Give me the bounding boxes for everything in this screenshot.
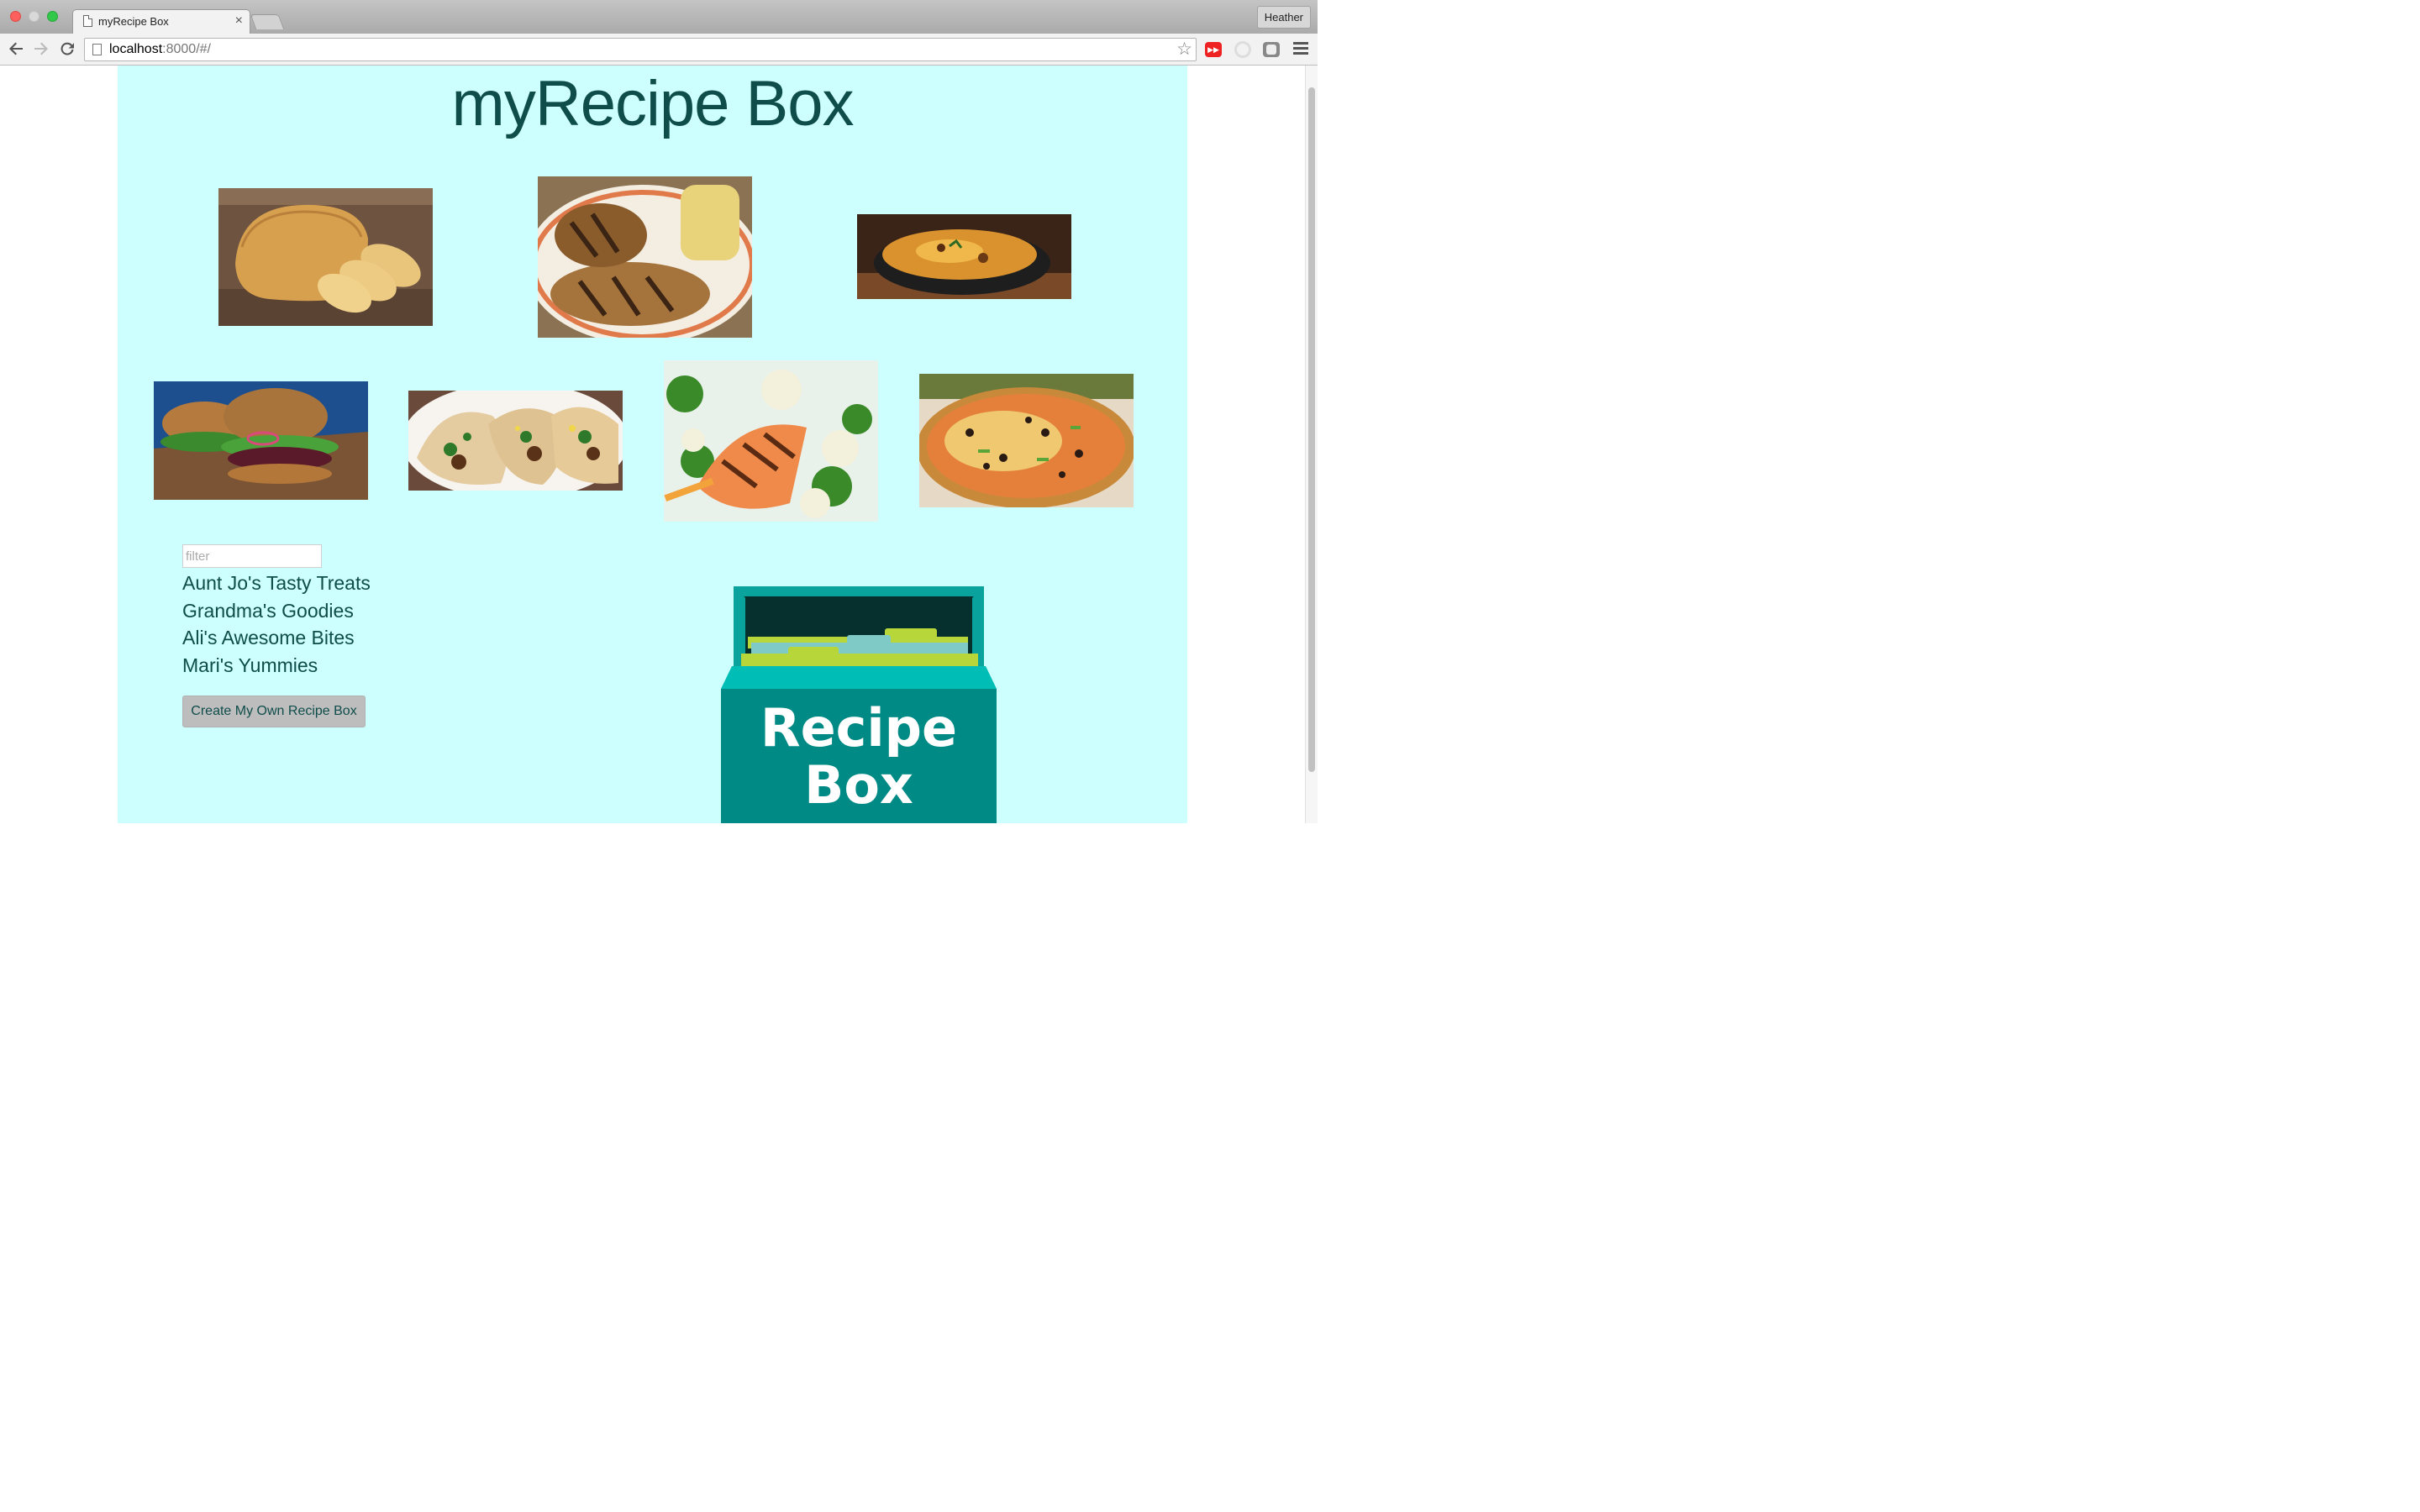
youtube-extension-icon[interactable]: ▶▶: [1205, 42, 1222, 57]
browser-titlebar: myRecipe Box × Heather: [0, 0, 1318, 34]
maximize-window-button[interactable]: [47, 11, 58, 22]
tacos-photo[interactable]: [408, 391, 623, 491]
recipe-box-link[interactable]: Ali's Awesome Bites: [182, 624, 371, 652]
bread-photo[interactable]: [218, 188, 433, 326]
page-scrollbar[interactable]: [1305, 66, 1318, 823]
menu-icon[interactable]: [1293, 42, 1308, 55]
extension-icon[interactable]: [1263, 42, 1280, 57]
pizza-photo[interactable]: [919, 374, 1134, 507]
recipe-box-link[interactable]: Grandma's Goodies: [182, 597, 371, 625]
page-icon: [83, 15, 92, 27]
bookmark-star-icon[interactable]: ☆: [1176, 39, 1192, 60]
reload-icon[interactable]: [57, 39, 77, 60]
minimize-window-button[interactable]: [29, 11, 39, 22]
close-window-button[interactable]: [10, 11, 21, 22]
url-host: localhost: [109, 42, 163, 56]
profile-button[interactable]: Heather: [1256, 6, 1311, 29]
casserole-photo[interactable]: [857, 214, 1071, 299]
recipe-box-link[interactable]: Aunt Jo's Tasty Treats: [182, 570, 371, 597]
create-recipe-box-button[interactable]: Create My Own Recipe Box: [182, 696, 366, 727]
address-bar[interactable]: localhost:8000/#/ ☆: [84, 38, 1197, 61]
browser-toolbar: localhost:8000/#/ ☆ ▶▶: [0, 34, 1318, 66]
back-arrow-icon[interactable]: [6, 39, 26, 60]
url-path: :8000/#/: [162, 42, 211, 56]
grilled-chicken-photo[interactable]: [538, 176, 752, 338]
page-container: myRecipe Box filter Aunt Jo's Tasty Trea…: [118, 66, 1187, 823]
filter-input[interactable]: [182, 544, 322, 568]
url-text[interactable]: localhost:8000/#/: [109, 42, 211, 57]
recipe-box-list: Aunt Jo's Tasty Treats Grandma's Goodies…: [182, 570, 371, 679]
close-tab-icon[interactable]: ×: [235, 13, 243, 29]
logo-text-line1: Recipe: [760, 697, 957, 759]
recipe-box-link[interactable]: Mari's Yummies: [182, 652, 371, 680]
page-viewport: myRecipe Box filter Aunt Jo's Tasty Trea…: [0, 66, 1318, 823]
page-icon: [92, 44, 102, 55]
forward-arrow-icon[interactable]: [31, 39, 51, 60]
salmon-photo[interactable]: [664, 360, 878, 522]
new-tab-button[interactable]: [250, 14, 285, 29]
extension-icon[interactable]: [1234, 41, 1251, 58]
veggie-burger-photo[interactable]: [154, 381, 368, 500]
tab-title: myRecipe Box: [98, 15, 169, 28]
recipe-box-logo: Recipe Box: [721, 586, 998, 823]
page-title: myRecipe Box: [451, 68, 855, 139]
browser-tab[interactable]: myRecipe Box ×: [72, 9, 250, 34]
scrollbar-thumb[interactable]: [1308, 87, 1315, 772]
logo-text-line2: Box: [804, 754, 913, 816]
